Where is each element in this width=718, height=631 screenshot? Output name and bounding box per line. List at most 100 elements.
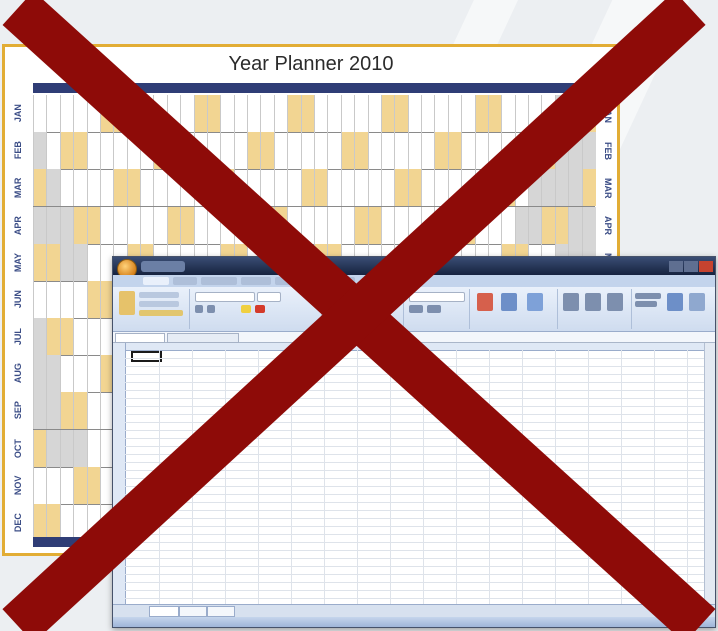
planner-day-cell: [260, 206, 275, 244]
ribbon-tab[interactable]: [241, 277, 271, 285]
planner-day-cell: [86, 503, 101, 541]
grid-row-line: [125, 598, 705, 599]
grid-row-line: [125, 382, 705, 383]
planner-day-cell: [421, 95, 435, 133]
bold-icon[interactable]: [195, 305, 203, 313]
planner-day-cell: [153, 169, 167, 207]
maximize-button[interactable]: [684, 261, 698, 272]
paste-icon[interactable]: [119, 291, 135, 315]
ribbon-tab[interactable]: [201, 277, 237, 285]
sheet-tab[interactable]: [207, 606, 235, 617]
planner-day-cell: [528, 169, 543, 207]
planner-day-cell: [46, 280, 60, 318]
planner-day-cell: [220, 95, 234, 133]
merge-icon[interactable]: [329, 305, 389, 313]
planner-month-label: NOV: [13, 475, 23, 495]
planner-day-cell: [447, 206, 463, 244]
format-cells-icon[interactable]: [607, 293, 623, 311]
minimize-button[interactable]: [669, 261, 683, 272]
planner-day-cell: [33, 169, 48, 207]
planner-day-cell: [99, 95, 115, 133]
status-bar: [113, 617, 715, 627]
grid-row-line: [125, 566, 705, 567]
grid-row-line: [125, 534, 705, 535]
planner-day-cell: [33, 355, 48, 393]
italic-icon[interactable]: [207, 305, 215, 313]
ribbon-tab[interactable]: [275, 277, 299, 285]
planner-day-cell: [99, 169, 114, 207]
planner-month-label: FEB: [13, 141, 23, 160]
vertical-scrollbar[interactable]: [704, 343, 715, 605]
fill-color-icon[interactable]: [241, 305, 251, 313]
find-select-icon[interactable]: [689, 293, 705, 311]
planner-day-cell: [86, 318, 101, 356]
window-titlebar: [113, 257, 715, 279]
ribbon-tab[interactable]: [173, 277, 197, 285]
planner-day-cell: [59, 95, 74, 133]
font-name-box[interactable]: [195, 292, 255, 302]
planner-day-cell: [180, 132, 194, 170]
percent-icon[interactable]: [427, 305, 441, 313]
planner-day-cell: [73, 280, 87, 318]
align-icon[interactable]: [329, 293, 389, 301]
planner-day-cell: [354, 206, 369, 244]
cut-icon[interactable]: [139, 292, 179, 298]
ribbon-tab[interactable]: [143, 277, 169, 285]
planner-day-cell: [554, 206, 570, 244]
number-format-box[interactable]: [409, 292, 465, 302]
planner-day-cell: [380, 132, 395, 170]
quick-access-toolbar[interactable]: [141, 261, 185, 272]
planner-day-cell: [59, 429, 75, 467]
cell-styles-icon[interactable]: [527, 293, 543, 311]
format-as-table-icon[interactable]: [501, 293, 517, 311]
ribbon-group-number: [405, 289, 470, 329]
name-box[interactable]: [115, 333, 165, 343]
planner-day-cell: [46, 318, 61, 356]
planner-day-cell: [340, 95, 355, 133]
planner-day-cell: [113, 169, 128, 207]
conditional-formatting-icon[interactable]: [477, 293, 493, 311]
ribbon-tab[interactable]: [333, 277, 355, 285]
planner-day-cell: [487, 95, 503, 133]
close-button[interactable]: [699, 261, 713, 272]
planner-month-label: MAY: [13, 252, 23, 272]
sort-filter-icon[interactable]: [667, 293, 683, 311]
planner-day-cell: [581, 169, 596, 207]
planner-day-cell: [300, 169, 315, 207]
grid-row-line: [125, 446, 705, 447]
planner-day-cell: [140, 132, 154, 170]
sheet-tab[interactable]: [149, 606, 179, 617]
planner-day-cell: [86, 206, 101, 244]
planner-day-cell: [59, 206, 75, 244]
grid-column-line: [357, 350, 358, 605]
font-color-icon[interactable]: [255, 305, 265, 313]
formula-input[interactable]: [167, 333, 239, 343]
format-painter-icon[interactable]: [139, 310, 183, 316]
planner-day-cell: [260, 169, 274, 207]
insert-cells-icon[interactable]: [563, 293, 579, 311]
fill-icon[interactable]: [635, 301, 657, 307]
font-size-box[interactable]: [257, 292, 281, 302]
active-cell[interactable]: [131, 351, 162, 362]
planner-day-cell: [86, 466, 101, 504]
planner-day-cell: [327, 206, 341, 244]
grid-row-line: [125, 550, 705, 551]
grid-column-line: [588, 350, 589, 605]
delete-cells-icon[interactable]: [585, 293, 601, 311]
planner-day-cell: [568, 95, 583, 133]
worksheet-grid[interactable]: [113, 343, 705, 605]
planner-day-cell: [193, 132, 208, 170]
planner-day-cell: [314, 206, 328, 244]
grid-row-line: [125, 590, 705, 591]
sheet-tab[interactable]: [179, 606, 207, 617]
planner-day-cell: [140, 169, 154, 207]
autosum-icon[interactable]: [635, 293, 661, 299]
planner-day-cell: [380, 169, 395, 207]
planner-day-cell: [474, 95, 489, 133]
planner-day-cell: [421, 206, 435, 244]
currency-icon[interactable]: [409, 305, 423, 313]
ribbon-tab[interactable]: [303, 277, 329, 285]
planner-day-cell: [73, 429, 88, 467]
grid-row-line: [125, 358, 705, 359]
copy-icon[interactable]: [139, 301, 179, 307]
